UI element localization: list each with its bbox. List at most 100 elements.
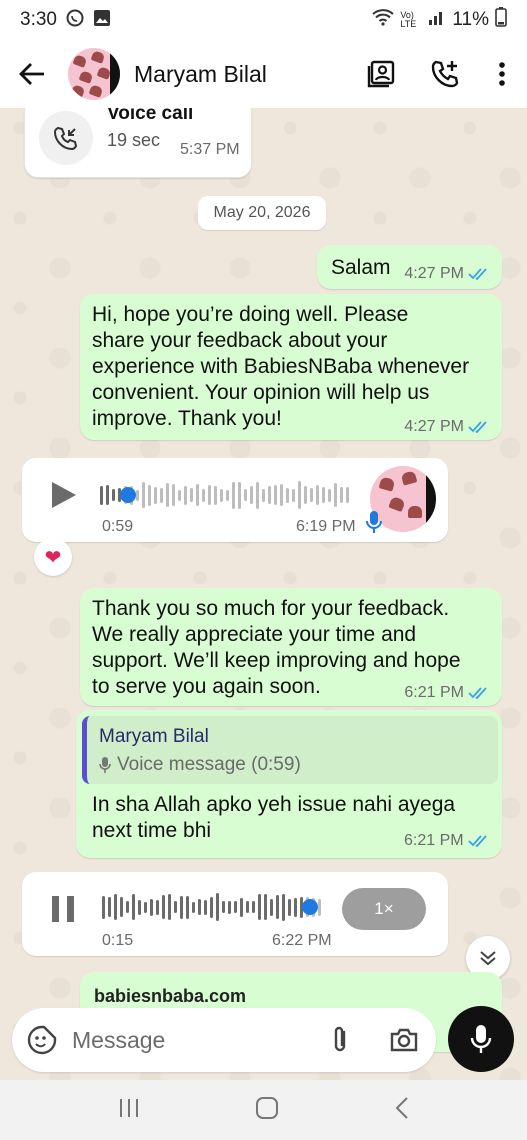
waveform-bar bbox=[144, 901, 147, 913]
waveform-bar bbox=[114, 894, 117, 920]
back-button[interactable] bbox=[2, 44, 62, 104]
waveform-bar bbox=[204, 899, 207, 915]
message-line: In sha Allah apko yeh issue nahi ayega bbox=[92, 793, 456, 816]
waveform-bar bbox=[192, 901, 195, 913]
waveform-bar bbox=[340, 487, 343, 503]
heart-reaction[interactable]: ❤ bbox=[34, 538, 72, 576]
signal-icon bbox=[428, 9, 446, 31]
waveform-bar bbox=[264, 894, 267, 920]
waveform-bar bbox=[172, 484, 175, 506]
waveform-bar bbox=[166, 483, 169, 507]
back-chevron-icon bbox=[395, 1096, 408, 1119]
message-time: 4:27 PM bbox=[404, 265, 464, 282]
waveform-bar bbox=[240, 897, 243, 917]
waveform-bar bbox=[238, 481, 241, 509]
waveform-bar bbox=[136, 489, 139, 501]
waveform-bar bbox=[294, 897, 297, 917]
more-options-button[interactable] bbox=[477, 44, 527, 104]
waveform-bar bbox=[346, 487, 349, 503]
waveform-bar bbox=[304, 486, 307, 504]
quoted-text: Voice message (0:59) bbox=[117, 754, 301, 775]
playback-speed-button[interactable]: 1× bbox=[342, 888, 426, 930]
call-time: 5:37 PM bbox=[180, 141, 240, 158]
play-icon bbox=[52, 482, 76, 508]
date-chip: May 20, 2026 bbox=[198, 196, 326, 230]
contact-card-icon bbox=[367, 60, 395, 88]
whatsapp-status-icon bbox=[65, 8, 85, 33]
waveform-bar bbox=[318, 898, 321, 916]
waveform-bar bbox=[276, 895, 279, 919]
battery-icon bbox=[495, 7, 507, 33]
recent-apps-icon bbox=[119, 1098, 138, 1117]
contact-card-button[interactable] bbox=[349, 44, 413, 104]
call-bubble[interactable]: Voice call 19 sec 5:37 PM bbox=[24, 108, 252, 178]
link-text[interactable]: babiesnbaba.com bbox=[94, 986, 246, 1007]
voice-message-incoming[interactable]: 0:59 6:19 PM bbox=[22, 458, 448, 542]
message-line: convenient. Your opinion will help us bbox=[92, 381, 430, 404]
play-button[interactable] bbox=[46, 478, 80, 517]
message-line: next time bhi bbox=[92, 819, 212, 842]
pause-icon bbox=[52, 896, 74, 922]
waveform-bar bbox=[132, 894, 135, 920]
back-nav-button[interactable] bbox=[393, 1095, 411, 1126]
message-line: Thank you so much for your feedback. bbox=[92, 597, 450, 620]
add-call-button[interactable] bbox=[413, 44, 477, 104]
waveform-bar bbox=[186, 895, 189, 919]
voice-record-button[interactable] bbox=[448, 1006, 514, 1072]
quoted-sender: Maryam Bilal bbox=[99, 726, 209, 747]
recent-apps-button[interactable] bbox=[117, 1097, 141, 1124]
waveform-bar bbox=[226, 489, 229, 501]
message-bubble-thank-you[interactable]: Thank you so much for your feedback. We … bbox=[80, 588, 502, 706]
quoted-content: Voice message (0:59) bbox=[99, 754, 486, 776]
home-button[interactable] bbox=[254, 1095, 280, 1126]
voice-waveform[interactable] bbox=[102, 892, 321, 922]
sticker-button[interactable] bbox=[12, 1025, 72, 1055]
message-meta: 4:27 PM bbox=[404, 265, 490, 283]
waveform-bar bbox=[198, 899, 201, 915]
chat-area[interactable]: Voice call 19 sec 5:37 PM May 20, 2026 S… bbox=[0, 108, 527, 1080]
message-meta: 6:21 PM bbox=[404, 832, 490, 850]
contact-name[interactable]: Maryam Bilal bbox=[134, 61, 267, 88]
waveform-bar bbox=[142, 482, 145, 508]
waveform-bar bbox=[112, 489, 115, 501]
paperclip-icon bbox=[334, 1026, 346, 1052]
message-line: Hi, hope you’re doing well. Please bbox=[92, 303, 409, 326]
mic-icon bbox=[99, 757, 111, 773]
back-arrow-icon bbox=[19, 63, 44, 85]
message-line: We really appreciate your time and bbox=[92, 623, 417, 646]
waveform-bar bbox=[244, 489, 247, 501]
waveform-bar bbox=[120, 897, 123, 917]
message-line: share your feedback about your bbox=[92, 329, 388, 352]
message-meta: 6:21 PM bbox=[404, 684, 490, 702]
voice-duration: 0:59 bbox=[102, 518, 134, 535]
waveform-bar bbox=[286, 487, 289, 503]
attach-button[interactable] bbox=[308, 1025, 372, 1055]
message-bubble-salam[interactable]: Salam 4:27 PM bbox=[317, 245, 502, 289]
waveform-bar bbox=[282, 893, 285, 921]
message-input[interactable]: Message bbox=[72, 1027, 308, 1054]
waveform-bar bbox=[190, 488, 193, 502]
message-bubble-feedback-request[interactable]: Hi, hope you’re doing well. Please share… bbox=[80, 294, 502, 440]
avatar[interactable] bbox=[68, 48, 120, 100]
waveform-bar bbox=[270, 898, 273, 916]
pause-button[interactable] bbox=[50, 894, 78, 929]
microphone-icon bbox=[470, 1025, 492, 1053]
waveform-bar bbox=[108, 897, 111, 917]
waveform-bar bbox=[184, 485, 187, 505]
message-line: support. We’ll keep improving and hope bbox=[92, 649, 461, 672]
voice-waveform[interactable] bbox=[100, 480, 349, 510]
waveform-bar bbox=[232, 481, 235, 509]
phone-plus-icon bbox=[431, 60, 459, 88]
message-line: experience with BabiesNBaba whenever bbox=[92, 355, 470, 378]
waveform-bar bbox=[100, 485, 103, 505]
waveform-bar bbox=[328, 488, 331, 502]
reply-text: In sha Allah apko yeh issue nahi ayega n… bbox=[92, 792, 455, 844]
lte-icon: Vo) LTE bbox=[400, 10, 417, 29]
camera-button[interactable] bbox=[372, 1027, 436, 1053]
playhead-dot[interactable] bbox=[302, 899, 318, 915]
call-title: Voice call bbox=[107, 108, 194, 124]
waveform-bar bbox=[316, 485, 319, 505]
playhead-dot[interactable] bbox=[120, 487, 136, 503]
quoted-message[interactable]: Maryam Bilal Voice message (0:59) bbox=[82, 716, 498, 784]
waveform-bar bbox=[148, 484, 151, 506]
